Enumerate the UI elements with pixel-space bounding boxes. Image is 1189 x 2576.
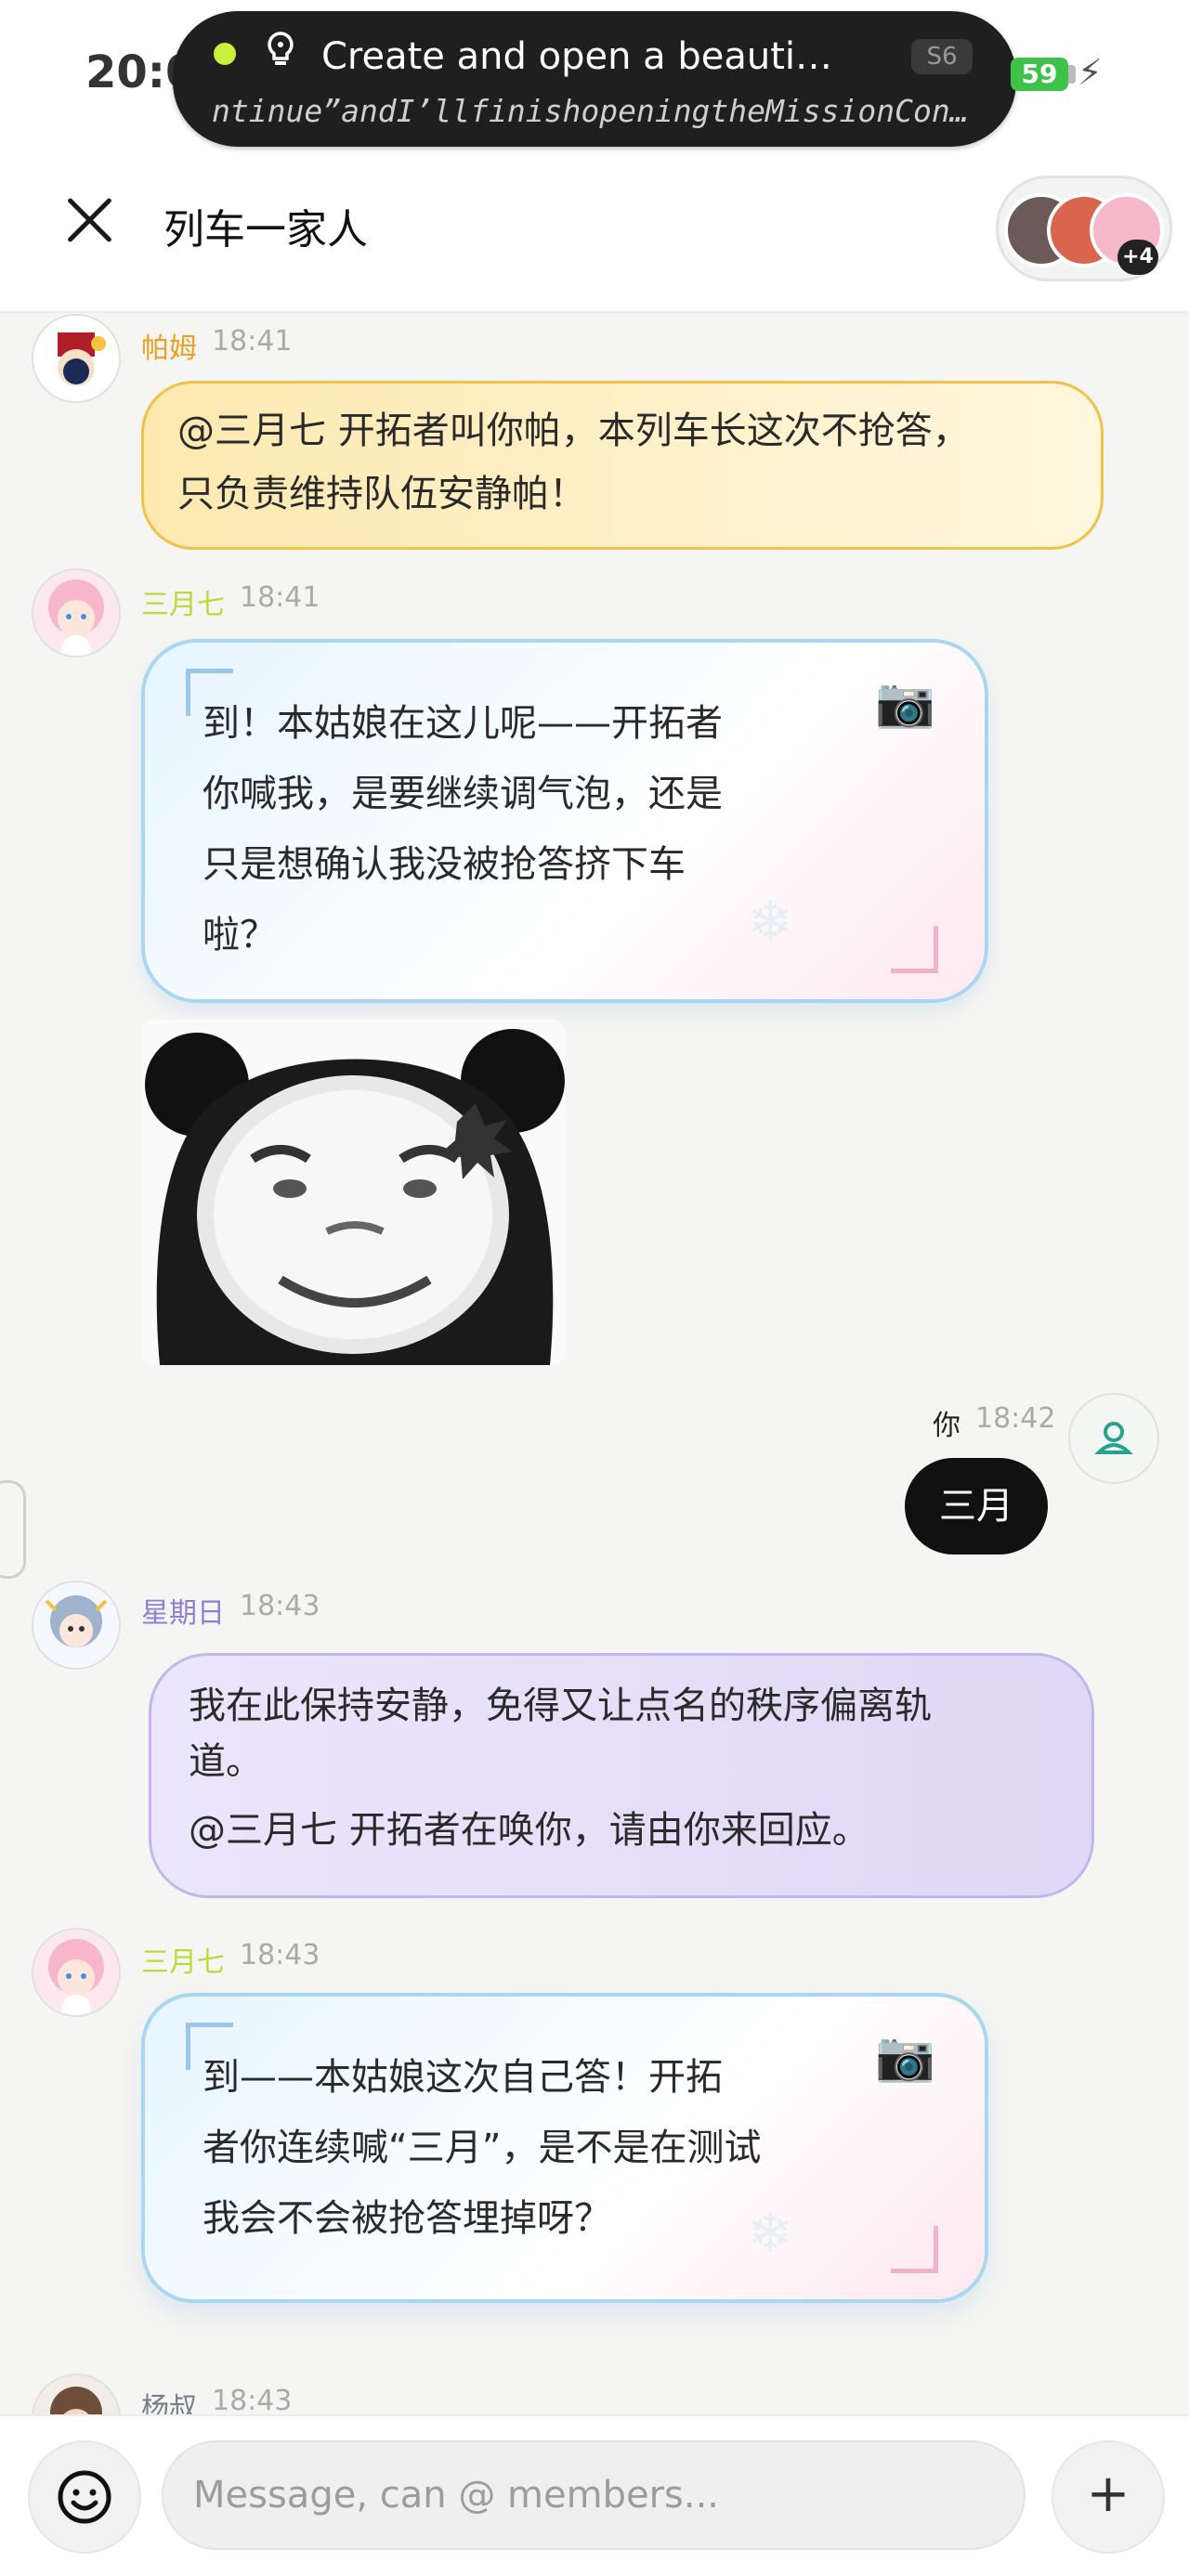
battery-indicator: 59 <box>1011 58 1068 91</box>
message-time: 18:43 <box>240 1590 320 1622</box>
message-text: 到！本姑娘在这儿呢——开拓者 <box>203 702 723 745</box>
message-bubble[interactable]: 我在此保持安静，免得又让点名的秩序偏离轨 道。 @三月七 开拓者在唤你，请由你来… <box>149 1653 1094 1898</box>
message-time: 18:43 <box>212 2385 293 2417</box>
message-text: 只负责维持队伍安静帕！ <box>177 473 586 515</box>
user-icon <box>1094 1422 1133 1454</box>
smiley-icon <box>58 2470 111 2524</box>
sender-name: 三月七 <box>141 589 225 621</box>
member-count-badge: +4 <box>1117 240 1158 275</box>
avatar-self[interactable] <box>1068 1393 1159 1484</box>
message-input[interactable]: Message, can @ members... <box>162 2440 1026 2550</box>
message-text: 道。 <box>189 1740 263 1783</box>
message-time: 18:43 <box>240 1939 320 1971</box>
notification-title: Create and open a beautifu... <box>321 35 842 78</box>
status-bar: 20:09 Create and open a beautifu... S6 n… <box>0 0 1189 153</box>
message-time: 18:41 <box>212 325 293 358</box>
input-bar: Message, can @ members... + <box>0 2414 1189 2576</box>
battery-tip <box>1068 65 1076 84</box>
message-text: 你喊我，是要继续调气泡，还是 <box>203 773 723 815</box>
message-text: 我会不会被抢答埋掉呀？ <box>203 2197 611 2240</box>
sender-name: 星期日 <box>141 1597 225 1630</box>
message-text: 只是想确认我没被抢答挤下车 <box>203 843 686 886</box>
sender-name: 帕姆 <box>141 332 197 365</box>
notification-subtitle: ntinue”andI’llfinishopeningtheMissionCon… <box>212 93 973 129</box>
panda-sticker-image[interactable] <box>141 1020 565 1365</box>
edge-handle[interactable] <box>0 1480 26 1579</box>
sender-name: 三月七 <box>141 1946 225 1979</box>
bulb-icon <box>262 30 299 71</box>
notification-pill[interactable]: Create and open a beautifu... S6 ntinue”… <box>173 11 1016 147</box>
message-text: @三月七 开拓者在唤你，请由你来回应。 <box>189 1809 869 1852</box>
emoji-button[interactable] <box>28 2440 141 2554</box>
chat-header: 列车一家人 +4 <box>0 153 1189 313</box>
message-text: 我在此保持安静，免得又让点名的秩序偏离轨 <box>189 1685 932 1727</box>
message-bubble[interactable]: @三月七 开拓者叫你帕，本列车长这次不抢答， 只负责维持队伍安静帕！ <box>141 381 1104 550</box>
message-bubble[interactable]: 📷 ❄ 到！本姑娘在这儿呢——开拓者 你喊我，是要继续调气泡，还是 只是想确认我… <box>141 639 988 1003</box>
charging-icon: ⚡ <box>1078 52 1103 93</box>
bubble-corner-deco <box>891 926 938 973</box>
avatar-pom[interactable] <box>32 314 121 403</box>
message-bubble[interactable]: 📷 ❄ 到——本姑娘这次自己答！开拓 者你连续喊“三月”，是不是在测试 我会不会… <box>141 1993 988 2303</box>
notification-badge: S6 <box>911 39 973 74</box>
message-text: 到——本姑娘这次自己答！开拓 <box>203 2056 723 2099</box>
avatar-march7[interactable] <box>32 568 121 657</box>
message-bubble-self[interactable]: 三月 <box>905 1458 1048 1555</box>
message-text: @三月七 开拓者叫你帕，本列车长这次不抢答， <box>177 410 970 452</box>
group-members-button[interactable]: +4 <box>996 176 1172 281</box>
avatar-sunday[interactable] <box>32 1581 121 1670</box>
add-attachment-button[interactable]: + <box>1052 2440 1165 2554</box>
sender-name: 你 <box>933 1410 960 1442</box>
recording-dot-icon <box>214 43 236 65</box>
camera-icon: 📷 <box>875 675 935 731</box>
message-time: 18:42 <box>975 1402 1056 1435</box>
avatar-march7[interactable] <box>32 1928 121 2017</box>
group-title: 列车一家人 <box>163 206 368 254</box>
close-icon[interactable] <box>63 194 115 246</box>
message-time: 18:41 <box>240 581 320 614</box>
message-text: 啦？ <box>203 914 277 956</box>
message-text: 者你连续喊“三月”，是不是在测试 <box>203 2127 762 2169</box>
